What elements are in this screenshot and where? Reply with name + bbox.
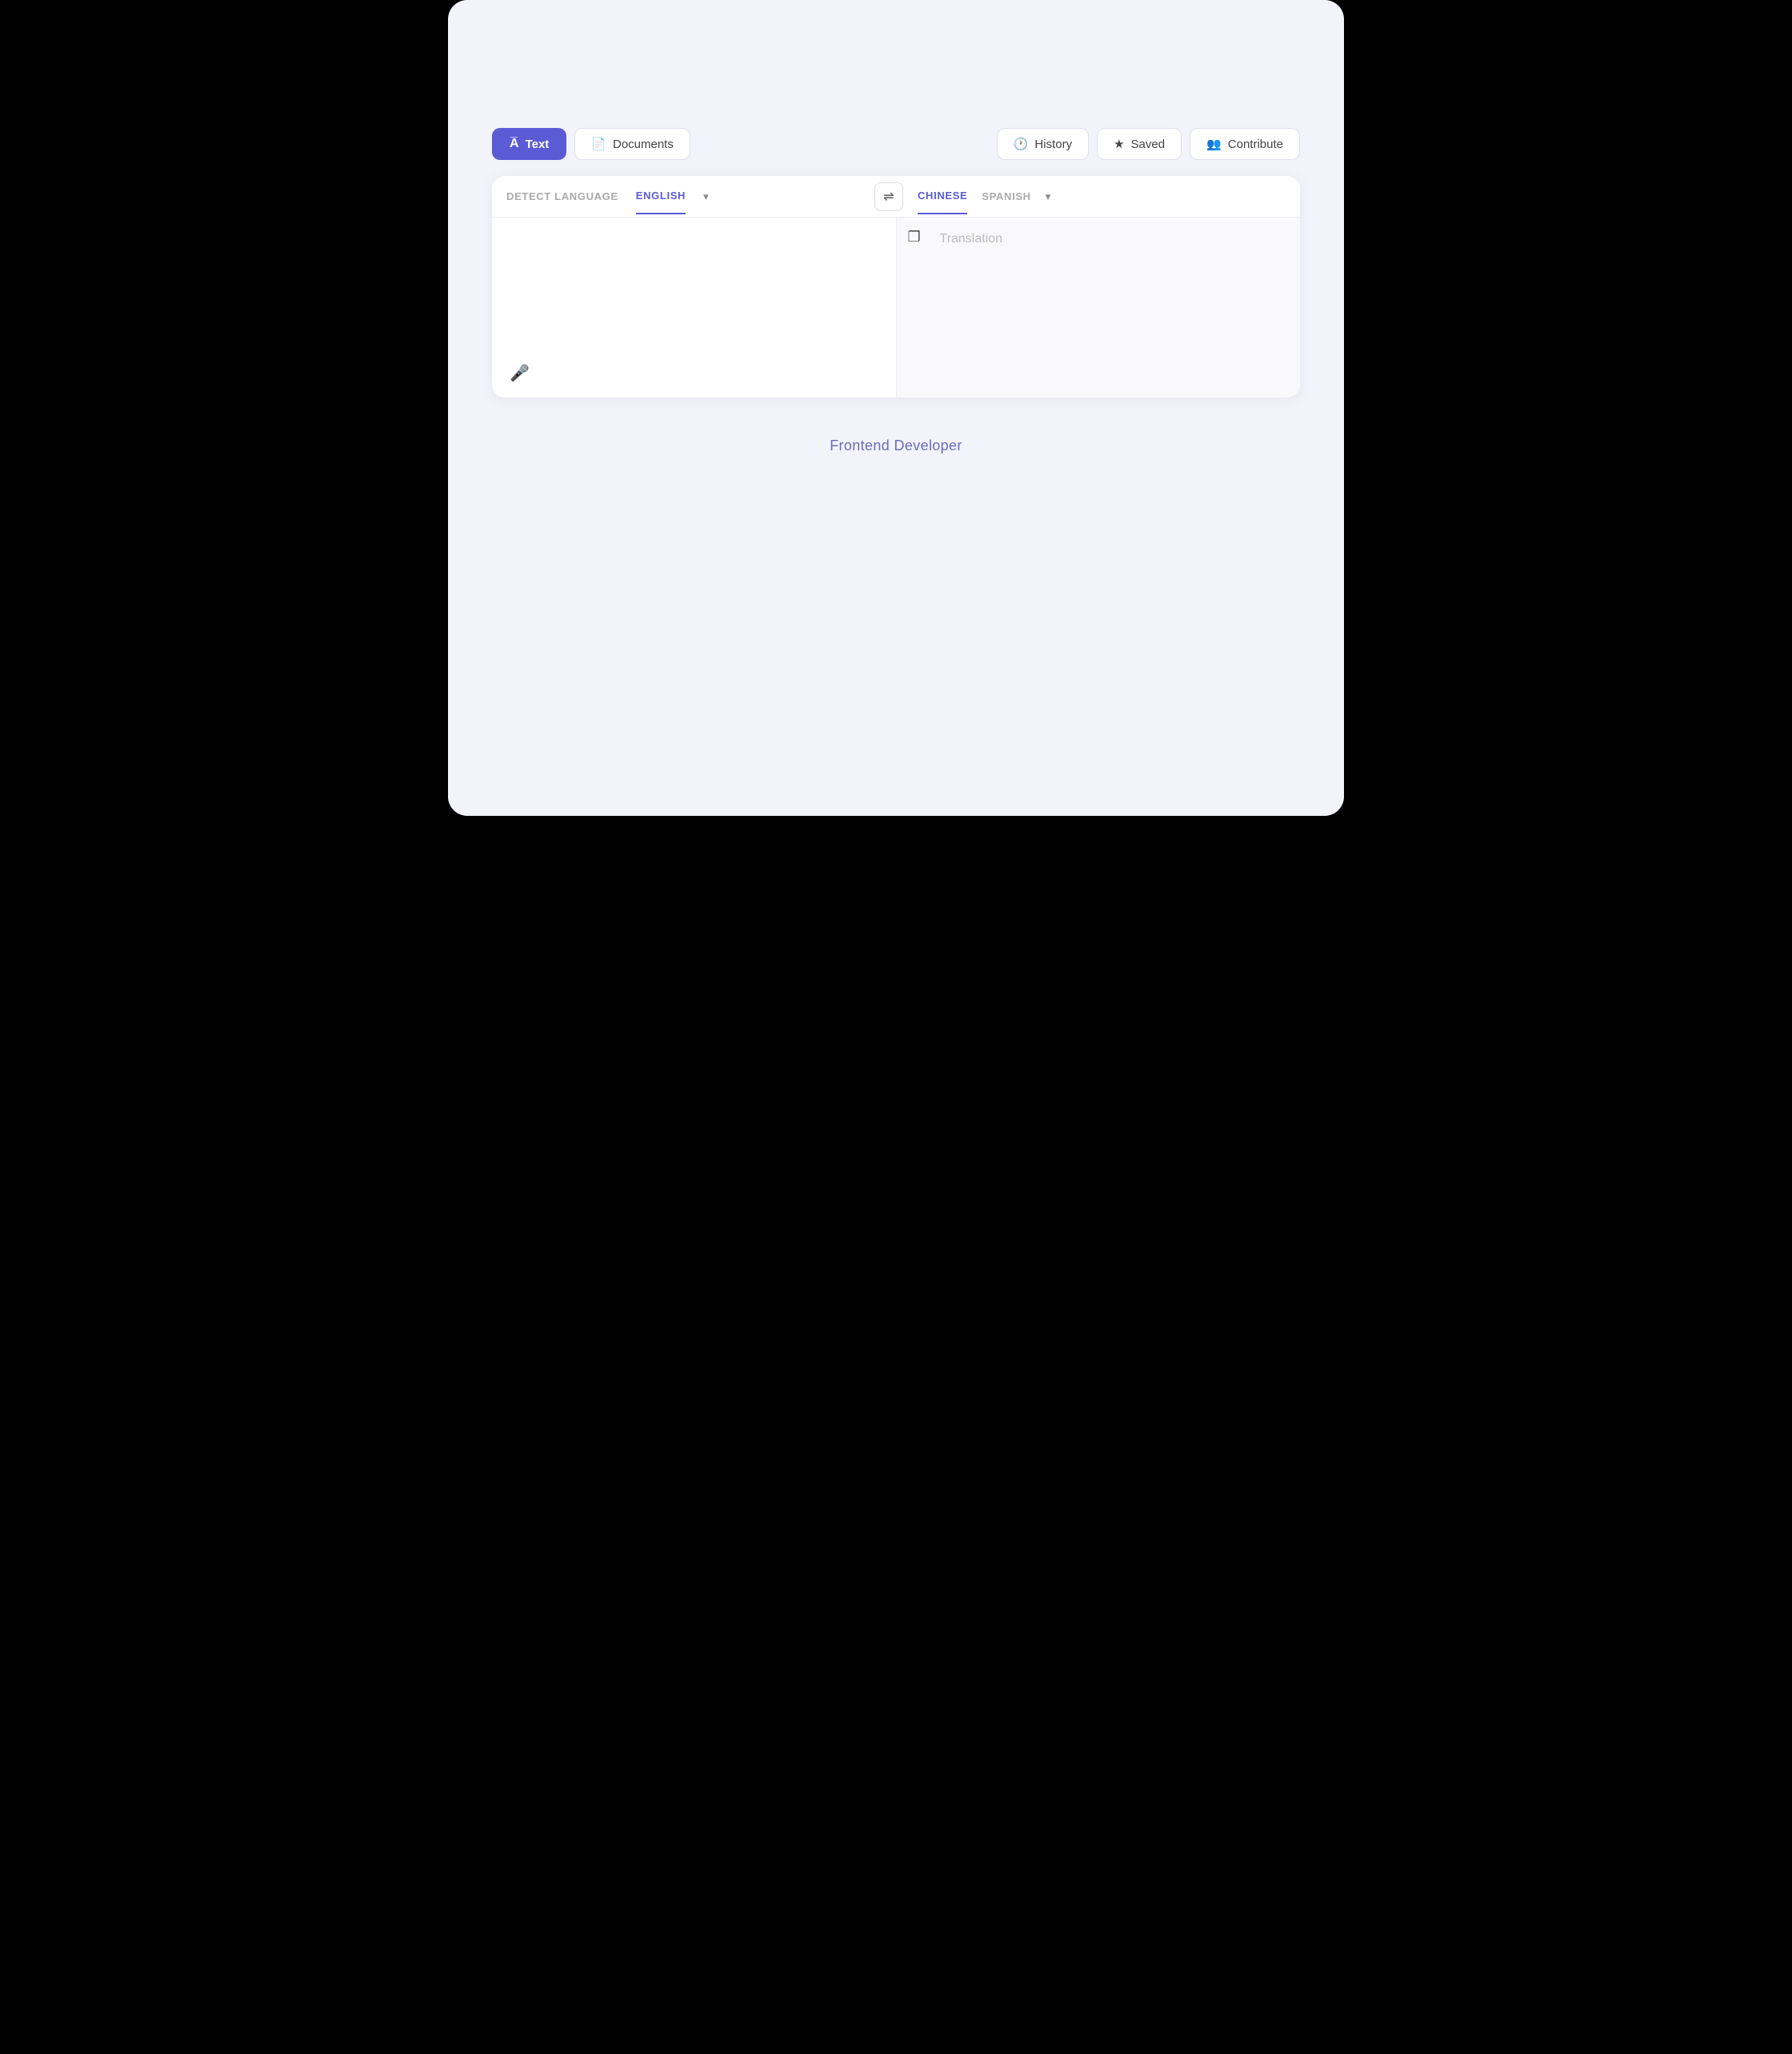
app-container: A̅ Text 📄 Documents 🕐 History ★ Saved 👥 … bbox=[448, 0, 1344, 816]
footer-credit: Frontend Developer bbox=[492, 438, 1300, 454]
source-panel: 🎤 bbox=[492, 218, 897, 398]
source-text-input[interactable] bbox=[506, 232, 882, 360]
detect-language-option[interactable]: DETECT LANGUAGE bbox=[506, 179, 618, 214]
target-language-dropdown[interactable]: ▾ bbox=[1046, 179, 1051, 214]
document-icon: 📄 bbox=[591, 137, 606, 151]
history-button[interactable]: 🕐 History bbox=[997, 128, 1089, 160]
star-icon: ★ bbox=[1114, 137, 1124, 151]
documents-tab-button[interactable]: 📄 Documents bbox=[574, 128, 690, 160]
contribute-button[interactable]: 👥 Contribute bbox=[1190, 128, 1300, 160]
target-lang-bar: CHINESE SPANISH ▾ bbox=[903, 178, 1286, 214]
toolbar: A̅ Text 📄 Documents 🕐 History ★ Saved 👥 … bbox=[492, 128, 1300, 160]
language-bar: DETECT LANGUAGE ENGLISH ▾ ⇌ CHINESE SPAN… bbox=[492, 176, 1300, 218]
translator-card: DETECT LANGUAGE ENGLISH ▾ ⇌ CHINESE SPAN… bbox=[492, 176, 1300, 398]
chevron-down-icon: ▾ bbox=[703, 190, 709, 203]
history-icon: 🕐 bbox=[1014, 137, 1029, 151]
chevron-down-icon-2: ▾ bbox=[1046, 190, 1051, 203]
translate-icon: A̅ bbox=[510, 137, 519, 151]
target-panel: ❐ Translation bbox=[897, 218, 1301, 398]
source-language-dropdown[interactable]: ▾ bbox=[703, 179, 709, 214]
history-label: History bbox=[1034, 138, 1072, 151]
toolbar-left: A̅ Text 📄 Documents bbox=[492, 128, 690, 160]
spanish-language-option[interactable]: SPANISH bbox=[982, 179, 1030, 214]
saved-label: Saved bbox=[1131, 138, 1166, 151]
text-panels: 🎤 ❐ Translation bbox=[492, 218, 1300, 398]
people-icon: 👥 bbox=[1206, 137, 1222, 151]
copy-button[interactable]: ❐ bbox=[908, 229, 921, 246]
footer-label: Frontend Developer bbox=[830, 438, 962, 454]
documents-tab-label: Documents bbox=[613, 138, 674, 151]
chinese-language-option[interactable]: CHINESE bbox=[918, 178, 967, 214]
english-language-option[interactable]: ENGLISH bbox=[636, 178, 686, 214]
source-lang-bar: DETECT LANGUAGE ENGLISH ▾ bbox=[506, 178, 874, 214]
swap-languages-button[interactable]: ⇌ bbox=[874, 182, 903, 211]
saved-button[interactable]: ★ Saved bbox=[1097, 128, 1182, 160]
contribute-label: Contribute bbox=[1228, 138, 1283, 151]
microphone-icon: 🎤 bbox=[510, 365, 530, 382]
text-tab-label: Text bbox=[526, 138, 550, 151]
toolbar-right: 🕐 History ★ Saved 👥 Contribute bbox=[997, 128, 1300, 160]
microphone-button[interactable]: 🎤 bbox=[506, 360, 533, 386]
swap-icon: ⇌ bbox=[883, 189, 894, 205]
translation-output: Translation bbox=[911, 232, 1286, 246]
copy-icon: ❐ bbox=[908, 229, 921, 245]
text-tab-button[interactable]: A̅ Text bbox=[492, 128, 566, 160]
